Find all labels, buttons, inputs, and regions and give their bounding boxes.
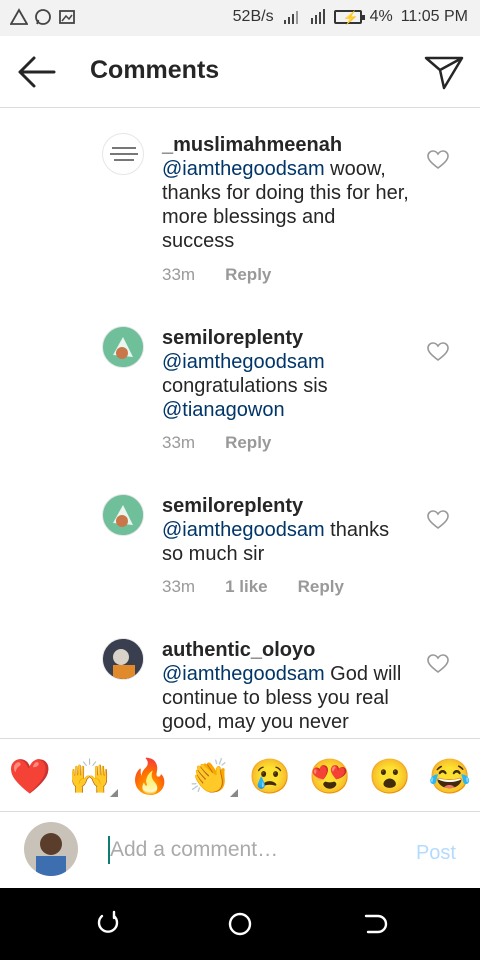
header: Comments [0, 36, 480, 108]
navigation-bar [0, 888, 480, 960]
emoji-bar: ❤️ 🙌 🔥 👏 😢 😍 😮 😂 [0, 738, 480, 812]
data-icon [310, 9, 325, 24]
comment-input[interactable] [110, 834, 390, 866]
comment-item: _muslimahmeenah @iamthegoodsam woow, tha… [0, 108, 480, 308]
whatsapp-icon [35, 9, 51, 25]
comment-input-bar: Post [0, 812, 480, 888]
comment-meta: 33m Reply [162, 265, 271, 285]
arrow-left-icon[interactable] [14, 52, 58, 92]
comment-item: authentic_oloyo @iamthegoodsam God will … [0, 620, 480, 738]
notification-icons [10, 8, 76, 26]
back-icon[interactable] [360, 910, 388, 938]
avatar[interactable] [102, 133, 144, 175]
heart-icon[interactable] [427, 510, 449, 530]
likes-count[interactable]: 1 like [225, 577, 268, 597]
recent-apps-icon[interactable] [94, 910, 122, 938]
comment-text: semiloreplenty @iamthegoodsam thanks so … [162, 494, 412, 566]
comment-item: semiloreplenty @iamthegoodsam thanks so … [0, 476, 480, 620]
comment-time: 33m [162, 433, 196, 452]
surprised-face-emoji[interactable]: 😮 [368, 755, 412, 799]
paper-plane-icon[interactable] [422, 52, 466, 92]
mention-link[interactable]: @iamthegoodsam [162, 663, 325, 685]
reply-button[interactable]: Reply [225, 433, 271, 453]
comment-time: 33m [162, 577, 196, 596]
heart-icon[interactable] [427, 342, 449, 362]
comments-list[interactable]: _muslimahmeenah @iamthegoodsam woow, tha… [0, 108, 480, 738]
comment-text: _muslimahmeenah @iamthegoodsam woow, tha… [162, 133, 412, 253]
comment-username[interactable]: _muslimahmeenah [162, 134, 342, 156]
skin-tone-indicator-icon [110, 789, 118, 797]
page-title: Comments [90, 56, 220, 84]
comment-time: 33m [162, 265, 196, 284]
fire-emoji[interactable]: 🔥 [128, 755, 172, 799]
signal-icon [283, 11, 298, 24]
network-speed: 52B/s [232, 8, 274, 25]
mention-link[interactable]: @iamthegoodsam [162, 158, 325, 180]
tears-of-joy-emoji[interactable]: 😂 [428, 755, 472, 799]
heart-icon[interactable] [427, 150, 449, 170]
comment-item: semiloreplenty @iamthegoodsam congratula… [0, 308, 480, 476]
mention-link[interactable]: @iamthegoodsam [162, 519, 325, 541]
raising-hands-emoji[interactable]: 🙌 [68, 755, 118, 799]
clock: 11:05 PM [400, 8, 468, 25]
comment-meta: 33m 1 like Reply [162, 577, 344, 597]
reply-button[interactable]: Reply [298, 577, 344, 597]
avatar[interactable] [102, 326, 144, 368]
clapping-hands-glyph: 👏 [188, 758, 232, 796]
comment-text: semiloreplenty @iamthegoodsam congratula… [162, 326, 412, 422]
comment-text: authentic_oloyo @iamthegoodsam God will … [162, 638, 412, 734]
red-heart-emoji[interactable]: ❤️ [8, 755, 52, 799]
post-button[interactable]: Post [416, 842, 456, 865]
comment-username[interactable]: semiloreplenty [162, 495, 303, 517]
battery-level: 4% [369, 8, 393, 25]
avatar[interactable] [102, 638, 144, 680]
battery-icon: ⚡ [333, 10, 365, 25]
comment-username[interactable]: semiloreplenty [162, 327, 303, 349]
mention-link[interactable]: @iamthegoodsam [162, 351, 325, 373]
heart-eyes-emoji[interactable]: 😍 [308, 755, 352, 799]
home-icon[interactable] [226, 910, 254, 938]
clapping-hands-emoji[interactable]: 👏 [188, 755, 238, 799]
skin-tone-indicator-icon [230, 789, 238, 797]
avatar[interactable] [102, 494, 144, 536]
crying-face-emoji[interactable]: 😢 [248, 755, 292, 799]
system-status: 52B/s ⚡ 4% 11:05 PM [233, 8, 468, 26]
comment-content: congratulations sis [162, 375, 328, 397]
raising-hands-glyph: 🙌 [68, 758, 112, 796]
avatar [24, 822, 78, 876]
heart-icon[interactable] [427, 654, 449, 674]
status-bar: 52B/s ⚡ 4% 11:05 PM [0, 0, 480, 36]
comment-meta: 33m Reply [162, 433, 271, 453]
comment-username[interactable]: authentic_oloyo [162, 639, 315, 661]
reply-button[interactable]: Reply [225, 265, 271, 285]
mention-link[interactable]: @tianagowon [162, 399, 285, 421]
gallery-icon [59, 10, 75, 24]
alert-icon [10, 8, 28, 25]
